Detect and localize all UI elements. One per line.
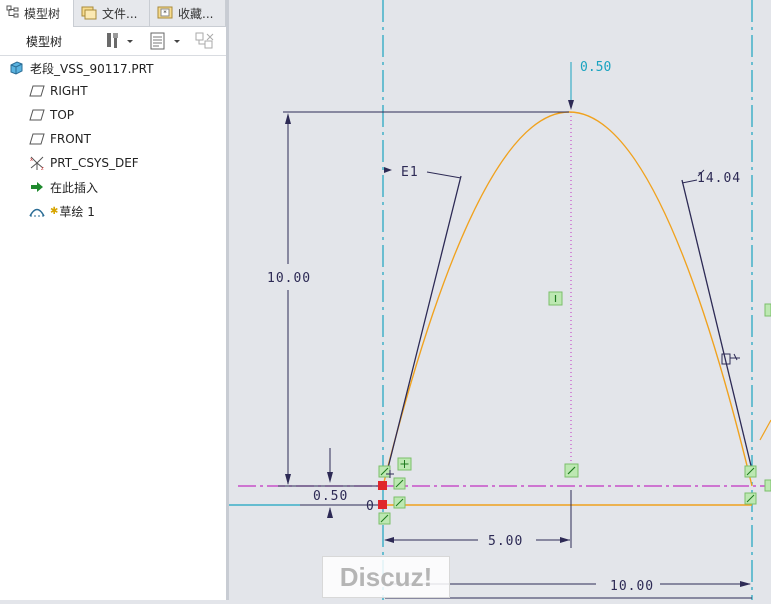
bottom-offset-dimension[interactable]: 0.50	[313, 489, 348, 504]
tree-item-label: PRT_CSYS_DEF	[50, 156, 139, 170]
right-angle-dimension[interactable]: 14.04	[697, 171, 741, 186]
arrowhead	[285, 113, 291, 124]
datum-plane-icon	[28, 107, 46, 123]
tree-item-right[interactable]: RIGHT	[28, 81, 88, 101]
watermark: Discuz!	[322, 556, 450, 598]
right-tangent-line	[681, 179, 754, 475]
tab-label: 文件...	[102, 6, 138, 21]
folder-icon	[80, 4, 98, 23]
tree-item-label: 老段_VSS_90117.PRT	[30, 61, 154, 76]
arrowhead	[740, 581, 751, 587]
tab-file-browser[interactable]: 文件...	[74, 0, 150, 26]
arrowhead	[384, 167, 392, 173]
datum-plane-icon	[28, 131, 46, 147]
top-offset-dimension[interactable]: 0.50	[580, 60, 611, 75]
arrowhead	[285, 474, 291, 485]
arrowhead	[384, 537, 394, 543]
panel-title: 模型树	[26, 35, 63, 49]
tangent-constraint-icon[interactable]	[548, 291, 563, 306]
tree-item-root[interactable]: 老段_VSS_90117.PRT	[8, 58, 153, 78]
arrowhead	[568, 100, 574, 110]
tab-label: 模型树	[24, 7, 61, 21]
tree-item-sketch[interactable]: ✱ 草绘 1	[28, 201, 95, 221]
tree-item-label: 在此插入	[50, 180, 99, 195]
right-angle-arc	[681, 179, 698, 184]
model-tree-panel: 模型树 文件... * 收藏... 模型树 老段_VSS_90117.PRT R…	[0, 0, 226, 600]
show-list-icon[interactable]	[148, 31, 186, 55]
height-dimension[interactable]: 10.00	[267, 271, 311, 286]
tab-model-tree[interactable]: 模型树	[0, 0, 74, 27]
svg-text:z: z	[41, 166, 44, 171]
tree-item-label: 草绘 1	[59, 204, 95, 219]
tree-item-csys[interactable]: xz PRT_CSYS_DEF	[28, 153, 139, 173]
arrowhead	[327, 472, 333, 483]
tab-label: 收藏...	[178, 6, 214, 21]
left-angle-arc	[426, 171, 462, 179]
sketch-canvas[interactable]: 10.00 0.50 E1 14.04 0.50 0 5.00 10.00	[229, 0, 771, 600]
sketch-icon	[28, 203, 46, 219]
tree-item-label: FRONT	[50, 132, 91, 146]
settings-tools-icon[interactable]	[104, 31, 136, 55]
insert-here-icon	[28, 179, 46, 195]
curve-continuation	[759, 419, 771, 441]
favorites-icon: *	[156, 4, 174, 23]
parabola-curve[interactable]	[382, 111, 753, 487]
model-tree-toolbar: 模型树	[0, 27, 226, 56]
csys-icon: xz	[28, 155, 46, 172]
sketch-new-icon: ✱	[50, 205, 59, 217]
filter-icon[interactable]	[194, 31, 216, 55]
tree-item-insert-here[interactable]: 在此插入	[28, 177, 98, 197]
tree-item-label: TOP	[50, 108, 75, 122]
svg-text:x: x	[30, 157, 33, 163]
width-dimension[interactable]: 10.00	[610, 579, 654, 594]
arrowhead	[560, 537, 570, 543]
half-width-dimension[interactable]: 5.00	[488, 534, 523, 549]
datum-plane-icon	[28, 83, 46, 99]
midpoint-constraint-icon[interactable]	[564, 463, 579, 478]
tree-icon	[6, 5, 20, 22]
svg-text:*: *	[163, 9, 167, 17]
small-zero-dimension[interactable]: 0	[366, 499, 375, 514]
tab-favorites[interactable]: * 收藏...	[150, 0, 226, 26]
tree-item-front[interactable]: FRONT	[28, 129, 91, 149]
tree-item-label: RIGHT	[50, 84, 88, 98]
edge-constraint-icon[interactable]	[764, 303, 771, 317]
left-tangent-line	[385, 175, 462, 477]
navigator-tabs: 模型树 文件... * 收藏...	[0, 0, 226, 27]
arrowhead	[327, 507, 333, 518]
tree-item-top[interactable]: TOP	[28, 105, 74, 125]
left-angle-dimension[interactable]: E1	[401, 165, 419, 180]
part-icon	[8, 60, 26, 76]
